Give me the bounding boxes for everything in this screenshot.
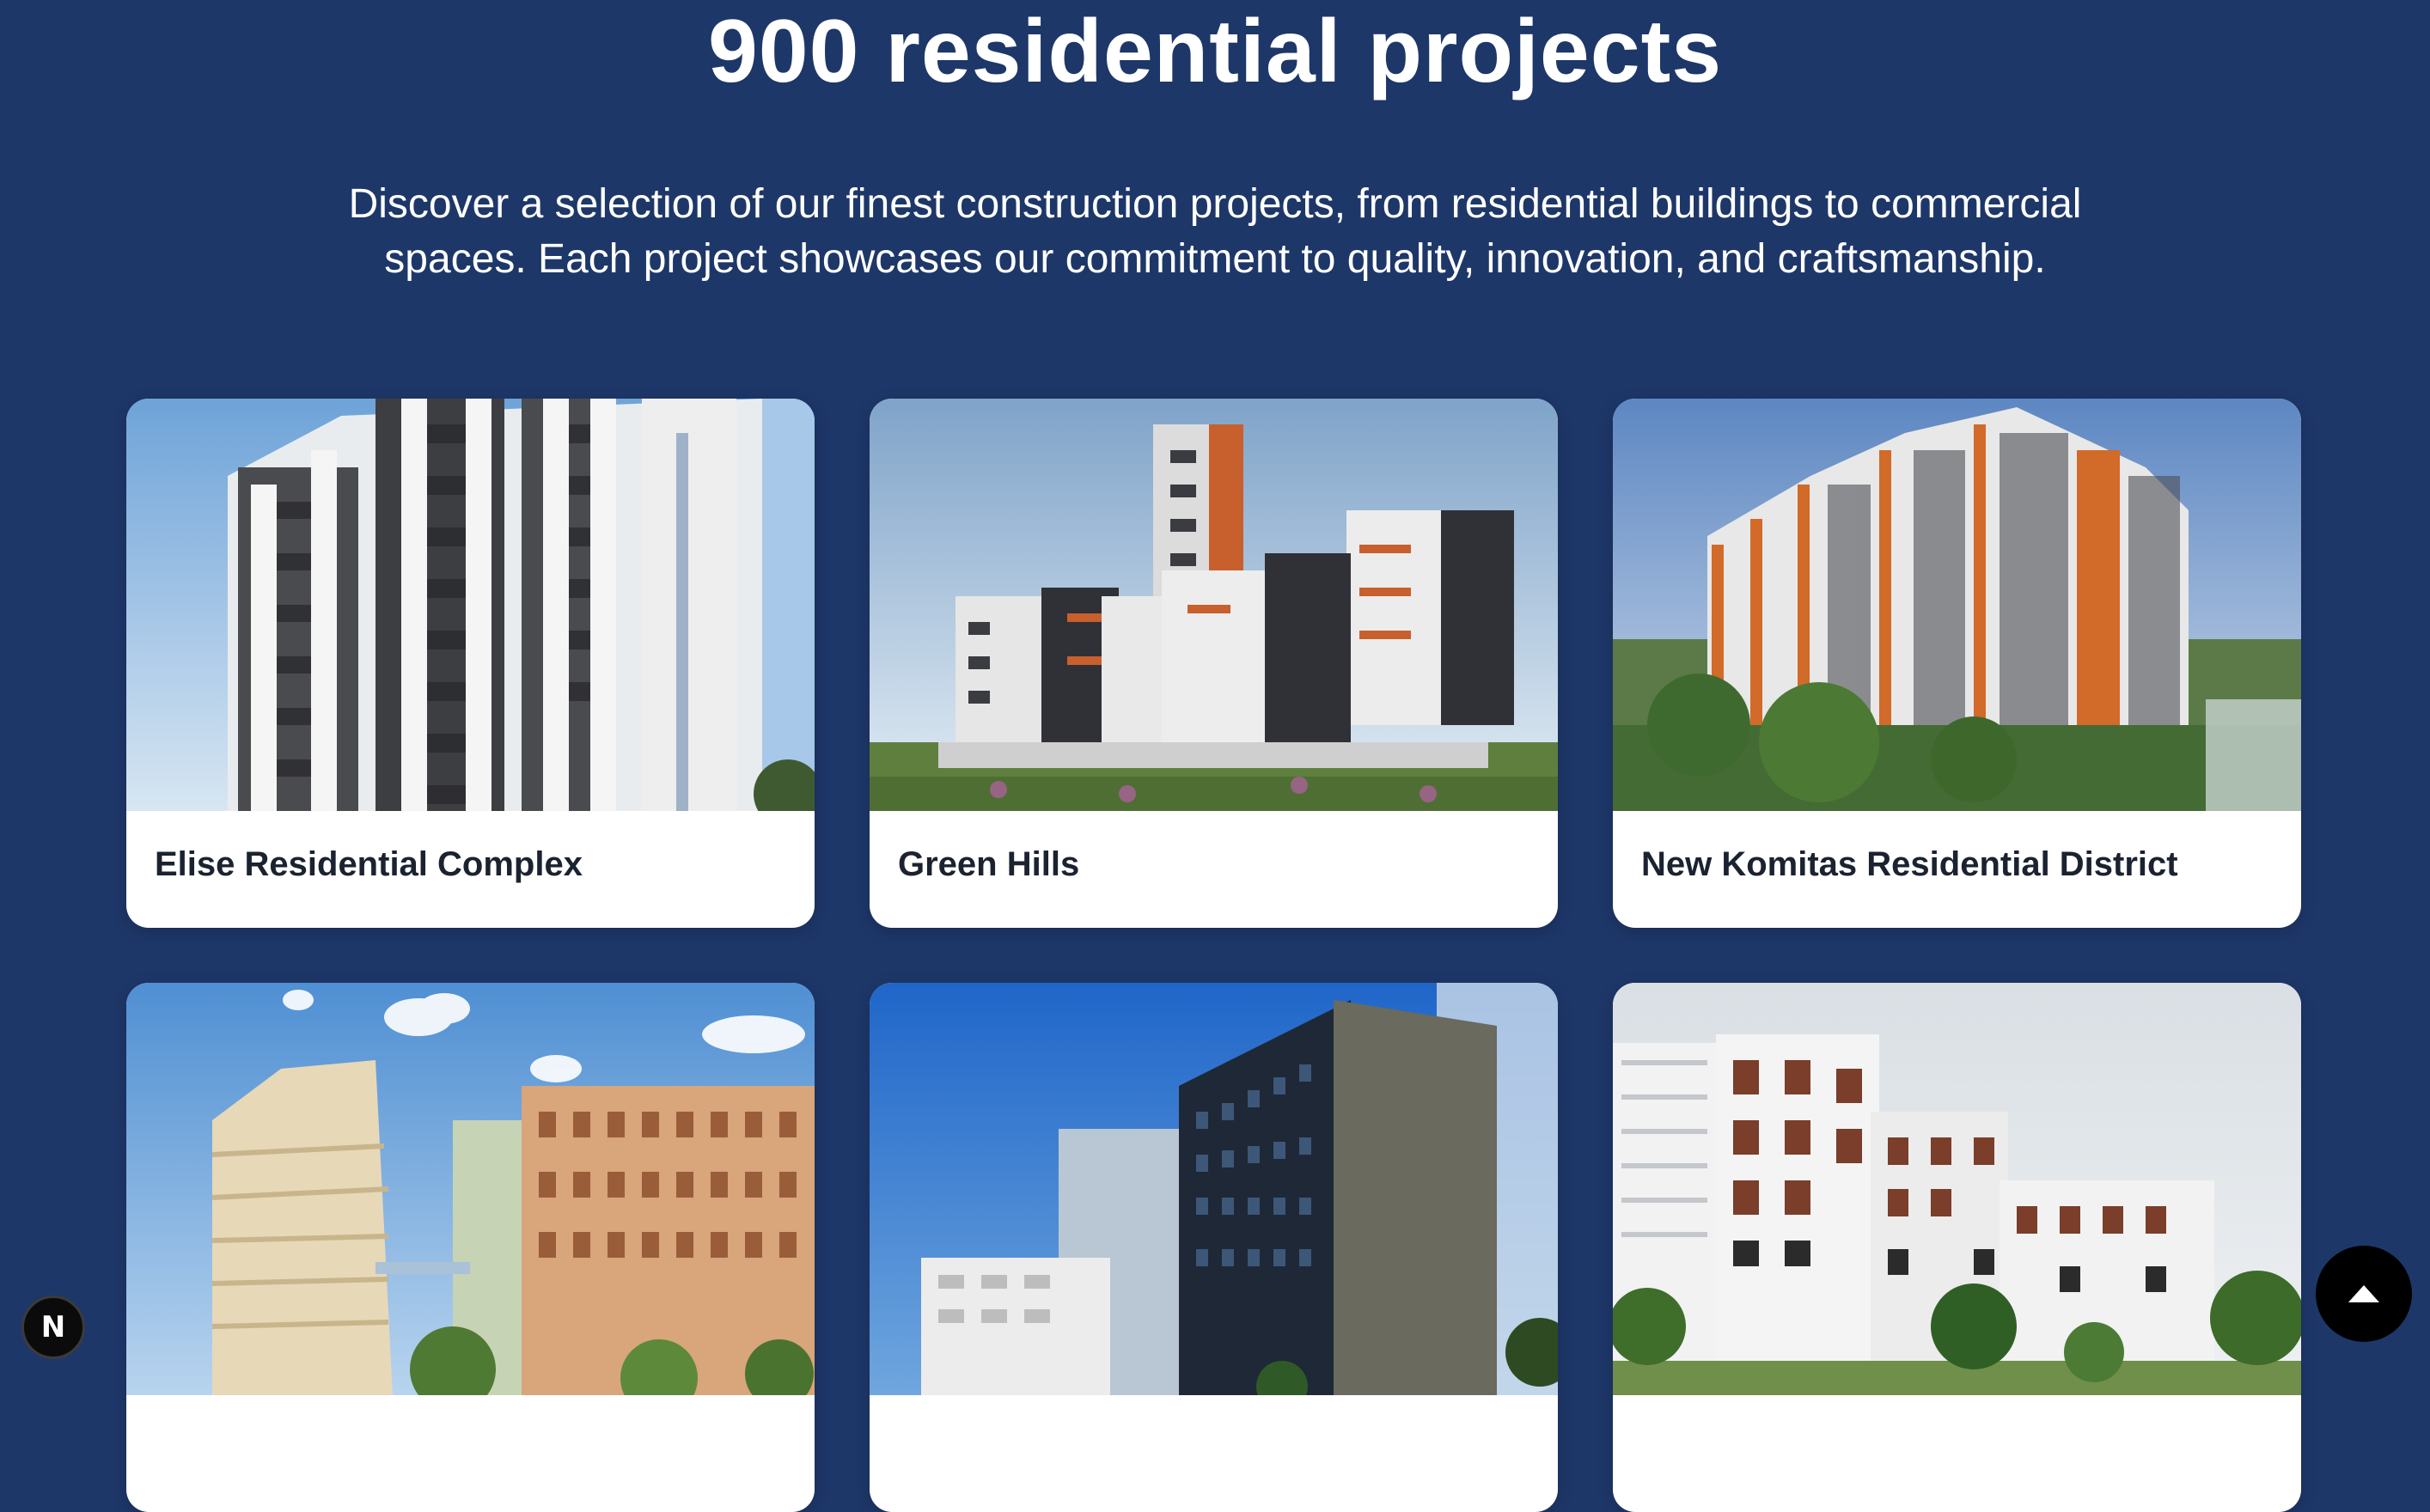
project-image bbox=[1613, 983, 2301, 1395]
project-image bbox=[870, 399, 1558, 811]
next-dev-badge[interactable]: N bbox=[21, 1296, 85, 1359]
project-image bbox=[1613, 399, 2301, 811]
project-title: New Komitas Residential District bbox=[1641, 845, 2178, 883]
project-card[interactable]: Green Hills bbox=[870, 399, 1558, 928]
project-card[interactable] bbox=[870, 983, 1558, 1512]
project-title: Elise Residential Complex bbox=[155, 845, 583, 883]
scroll-to-top-button[interactable] bbox=[2316, 1246, 2412, 1342]
project-image bbox=[126, 983, 815, 1395]
section-description: Discover a selection of our finest const… bbox=[348, 181, 2082, 282]
project-card[interactable] bbox=[1613, 983, 2301, 1512]
project-image bbox=[870, 983, 1558, 1395]
project-title: Green Hills bbox=[898, 845, 1080, 883]
project-card[interactable]: Elise Residential Complex bbox=[126, 399, 815, 928]
project-card[interactable] bbox=[126, 983, 815, 1512]
section-title: 900 residential projects bbox=[707, 2, 1723, 101]
arrow-up-icon bbox=[2348, 1285, 2379, 1302]
project-card[interactable]: New Komitas Residential District bbox=[1613, 399, 2301, 928]
projects-grid: Elise Residential Complex Green Hills Ne… bbox=[126, 399, 2301, 1512]
project-image bbox=[126, 399, 815, 811]
